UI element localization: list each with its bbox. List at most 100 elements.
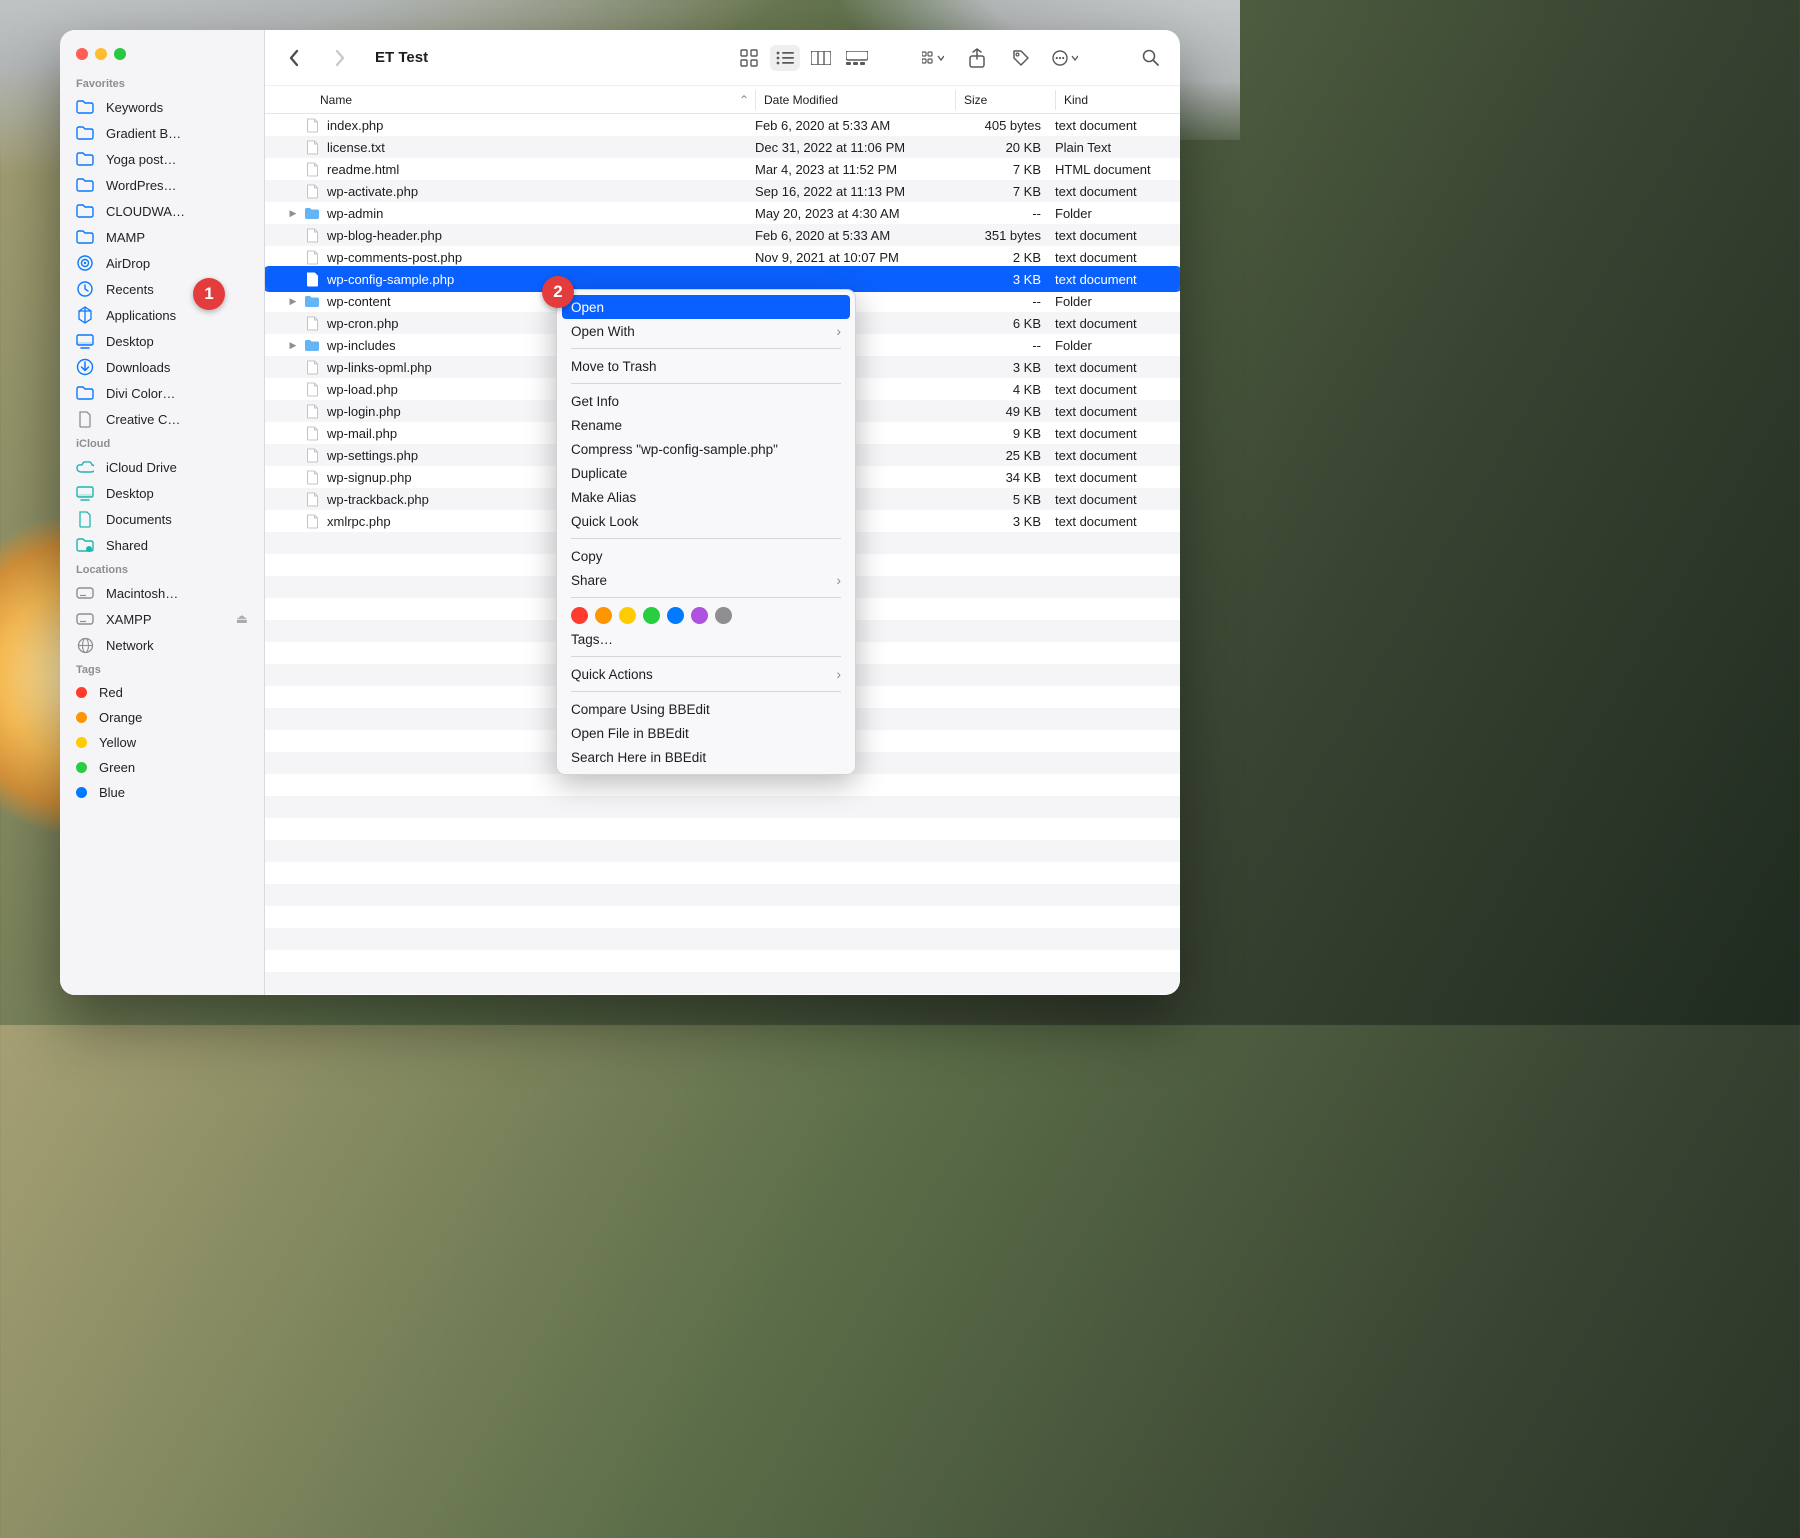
sidebar-item[interactable]: Blue (60, 780, 264, 805)
disclosure-icon[interactable]: ▶ (290, 340, 297, 351)
ctx-get-info[interactable]: Get Info (557, 389, 855, 413)
sidebar-item[interactable]: Orange (60, 705, 264, 730)
globe-icon (76, 637, 94, 653)
column-name[interactable]: Name⌃ (265, 93, 755, 107)
forward-button[interactable] (325, 45, 355, 71)
sidebar-item[interactable]: Desktop (60, 480, 264, 506)
file-row[interactable]: ▶wp-adminMay 20, 2023 at 4:30 AM--Folder (265, 202, 1180, 224)
sidebar-item[interactable]: MAMP (60, 224, 264, 250)
ctx-duplicate[interactable]: Duplicate (557, 461, 855, 485)
close-button[interactable] (76, 48, 88, 60)
sidebar-item[interactable]: Shared (60, 532, 264, 558)
sidebar-item[interactable]: Keywords (60, 94, 264, 120)
maximize-button[interactable] (114, 48, 126, 60)
ctx-compress[interactable]: Compress "wp-config-sample.php" (557, 437, 855, 461)
sidebar-item[interactable]: Documents (60, 506, 264, 532)
eject-icon[interactable]: ⏏ (236, 611, 248, 627)
file-size: -- (955, 294, 1055, 309)
minimize-button[interactable] (95, 48, 107, 60)
disclosure-icon[interactable]: ▶ (290, 296, 297, 307)
share-button[interactable] (962, 45, 992, 71)
column-headers: Name⌃ Date Modified Size Kind (265, 86, 1180, 114)
sidebar-item[interactable]: Macintosh… (60, 580, 264, 606)
column-size[interactable]: Size (955, 90, 1055, 110)
sidebar-section-title: iCloud (60, 432, 264, 454)
ctx-tags[interactable]: Tags… (557, 627, 855, 651)
sidebar-item[interactable]: Green (60, 755, 264, 780)
group-button[interactable] (918, 45, 948, 71)
ctx-trash[interactable]: Move to Trash (557, 354, 855, 378)
sidebar-item[interactable]: iCloud Drive (60, 454, 264, 480)
empty-row (265, 862, 1180, 884)
file-icon (303, 138, 321, 156)
view-list-button[interactable] (770, 45, 800, 71)
file-size: 34 KB (955, 470, 1055, 485)
file-row[interactable]: wp-blog-header.phpFeb 6, 2020 at 5:33 AM… (265, 224, 1180, 246)
ctx-quicklook[interactable]: Quick Look (557, 509, 855, 533)
tag-color-choice[interactable] (619, 607, 636, 624)
tag-color-icon (76, 737, 87, 748)
sidebar-item[interactable]: Divi Color… (60, 380, 264, 406)
tag-button[interactable] (1006, 45, 1036, 71)
ctx-bbedit-open[interactable]: Open File in BBEdit (557, 721, 855, 745)
ctx-bbedit-search[interactable]: Search Here in BBEdit (557, 745, 855, 769)
file-row[interactable]: license.txtDec 31, 2022 at 11:06 PM20 KB… (265, 136, 1180, 158)
file-name: wp-comments-post.php (327, 250, 755, 265)
ctx-copy[interactable]: Copy (557, 544, 855, 568)
sidebar-item[interactable]: Desktop (60, 328, 264, 354)
file-row[interactable]: wp-activate.phpSep 16, 2022 at 11:13 PM7… (265, 180, 1180, 202)
tag-color-choice[interactable] (643, 607, 660, 624)
disclosure-icon[interactable]: ▶ (290, 208, 297, 219)
ctx-bbedit-compare[interactable]: Compare Using BBEdit (557, 697, 855, 721)
sidebar-item[interactable]: Red (60, 680, 264, 705)
view-columns-button[interactable] (806, 45, 836, 71)
sidebar-item[interactable]: AirDrop (60, 250, 264, 276)
tag-color-choice[interactable] (715, 607, 732, 624)
empty-row (265, 928, 1180, 950)
sidebar-item[interactable]: Creative C… (60, 406, 264, 432)
ctx-quick-actions[interactable]: Quick Actions› (557, 662, 855, 686)
sidebar-item[interactable]: CLOUDWA… (60, 198, 264, 224)
sidebar-item[interactable]: Yoga post… (60, 146, 264, 172)
column-date[interactable]: Date Modified (755, 90, 955, 110)
ctx-share[interactable]: Share› (557, 568, 855, 592)
file-kind: text document (1055, 316, 1180, 331)
file-icon (303, 358, 321, 376)
file-size: 7 KB (955, 162, 1055, 177)
sidebar-item[interactable]: Downloads (60, 354, 264, 380)
toolbar: ET Test (265, 30, 1180, 86)
view-icons-button[interactable] (734, 45, 764, 71)
ctx-open-with[interactable]: Open With› (557, 319, 855, 343)
sidebar-item-label: Green (99, 760, 135, 775)
file-kind: text document (1055, 228, 1180, 243)
sidebar-item[interactable]: Recents (60, 276, 264, 302)
file-icon (303, 424, 321, 442)
file-row[interactable]: readme.htmlMar 4, 2023 at 11:52 PM7 KBHT… (265, 158, 1180, 180)
file-row[interactable]: wp-config-sample.php3 KBtext document (265, 268, 1180, 290)
file-row[interactable]: wp-comments-post.phpNov 9, 2021 at 10:07… (265, 246, 1180, 268)
tag-color-choice[interactable] (667, 607, 684, 624)
sidebar-item[interactable]: Gradient B… (60, 120, 264, 146)
tag-color-choice[interactable] (691, 607, 708, 624)
ctx-rename[interactable]: Rename (557, 413, 855, 437)
tag-color-choice[interactable] (595, 607, 612, 624)
file-row[interactable]: index.phpFeb 6, 2020 at 5:33 AM405 bytes… (265, 114, 1180, 136)
column-kind[interactable]: Kind (1055, 90, 1180, 110)
tag-color-choice[interactable] (571, 607, 588, 624)
back-button[interactable] (279, 45, 309, 71)
sidebar-item[interactable]: Applications (60, 302, 264, 328)
view-gallery-button[interactable] (842, 45, 872, 71)
sidebar-item[interactable]: Yellow (60, 730, 264, 755)
ctx-open[interactable]: Open (562, 295, 850, 319)
ctx-alias[interactable]: Make Alias (557, 485, 855, 509)
file-kind: HTML document (1055, 162, 1180, 177)
sidebar-item[interactable]: Network (60, 632, 264, 658)
sidebar-item-label: Applications (106, 308, 176, 323)
sidebar-item[interactable]: XAMPP⏏ (60, 606, 264, 632)
search-button[interactable] (1136, 45, 1166, 71)
clock-icon (76, 281, 94, 297)
submenu-icon: › (837, 324, 842, 339)
action-button[interactable] (1050, 45, 1080, 71)
sidebar-item[interactable]: WordPres… (60, 172, 264, 198)
file-icon (303, 380, 321, 398)
